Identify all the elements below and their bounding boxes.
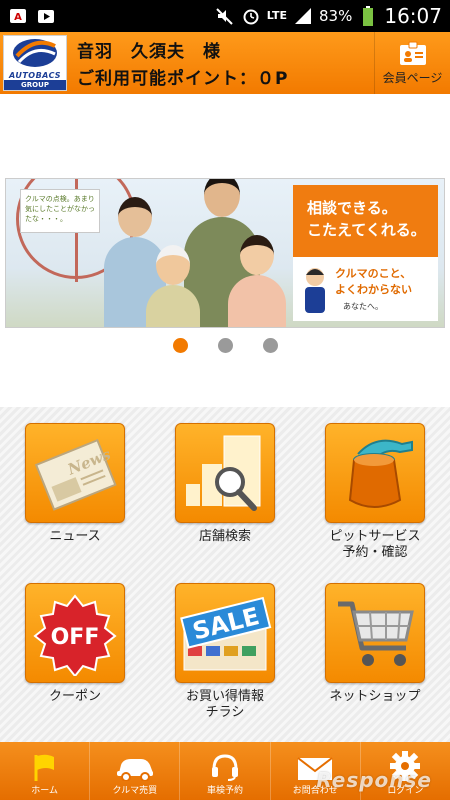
menu-grid: News ニュース 店舗検索 ピットサービス 予約・確認 OFF クーポン SA…	[0, 407, 450, 742]
app-notification-icon: A	[8, 6, 28, 26]
menu-flyer-label: お買い得情報 チラシ	[185, 689, 264, 720]
girl-figure	[228, 235, 286, 327]
menu-news-label: ニュース	[49, 529, 101, 544]
battery-icon	[358, 6, 378, 26]
banner-headline-line1: 相談できる。	[307, 199, 397, 217]
menu-flyer[interactable]: SALE お買い得情報 チラシ	[150, 567, 300, 727]
banner-speech-bubble: クルマの点検。あまり気にしたことがなかったな・・・。	[20, 189, 100, 233]
car-icon	[116, 759, 153, 781]
battery-percent: 83%	[319, 7, 353, 25]
menu-net-shop-label: ネットショップ	[329, 689, 421, 704]
carousel-indicator	[0, 338, 450, 353]
headset-icon	[212, 754, 238, 781]
menu-net-shop[interactable]: ネットショップ	[300, 567, 450, 727]
menu-store-search-label: 店舗検索	[198, 529, 251, 544]
menu-pit-service[interactable]: ピットサービス 予約・確認	[300, 407, 450, 567]
member-page-label: 会員ページ	[382, 70, 443, 85]
svg-text:A: A	[14, 12, 22, 23]
autobacs-logo-mark-icon	[13, 39, 57, 67]
carousel-dot-1[interactable]	[172, 338, 188, 353]
pit-service-tile-icon	[325, 423, 425, 523]
nav-car-trade[interactable]: クルマ売買	[89, 742, 179, 800]
menu-pit-service-label: ピットサービス 予約・確認	[329, 529, 421, 560]
nav-home-label: ホーム	[31, 786, 58, 796]
banner-sub-line1: クルマのこと、	[335, 267, 412, 280]
available-points: ご利用可能ポイント：０P	[77, 69, 289, 89]
alarm-icon	[241, 6, 261, 26]
nav-inspection-label: 車検予約	[207, 786, 244, 796]
flyer-tile-icon: SALE	[175, 583, 275, 683]
banner-sub-line3: あなたへ。	[343, 302, 383, 311]
menu-coupon-label: クーポン	[48, 689, 101, 704]
promo-banner[interactable]: クルマの点検。あまり気にしたことがなかったな・・・。 相談できる。 こたえてくれ…	[5, 178, 445, 328]
banner-sub-line2: よくわからない	[335, 283, 412, 296]
menu-news[interactable]: News ニュース	[0, 407, 150, 567]
clock: 16:07	[384, 4, 442, 28]
user-info: 音羽 久須夫 様 ご利用可能ポイント：０P	[77, 37, 288, 89]
nav-car-trade-label: クルマ売買	[112, 786, 158, 796]
app-header: AUTOBACS GROUP 音羽 久須夫 様 ご利用可能ポイント：０P 会員ペ…	[0, 32, 450, 94]
carousel-dot-3[interactable]	[262, 338, 278, 353]
banner-headline-line2: こたえてくれる。	[307, 221, 426, 239]
svg-text:OFF: OFF	[51, 625, 100, 650]
menu-coupon[interactable]: OFF クーポン	[0, 567, 150, 727]
member-page-button[interactable]: 会員ページ	[374, 32, 450, 94]
nav-inspection[interactable]: 車検予約	[179, 742, 269, 800]
flag-icon	[34, 754, 54, 781]
news-tile-icon: News	[25, 423, 125, 523]
carousel-dot-2[interactable]	[217, 338, 233, 353]
bottom-navigation: ホーム クルマ売買 車検予約 お問合わせ ログイン Response	[0, 742, 450, 800]
status-bar: A LTE 83% 16:07	[0, 0, 450, 32]
response-watermark: Response	[316, 768, 432, 792]
store-search-tile-icon	[175, 423, 275, 523]
content-area: クルマの点検。あまり気にしたことがなかったな・・・。 相談できる。 こたえてくれ…	[0, 94, 450, 407]
logo-group-text: GROUP	[4, 80, 66, 90]
autobacs-logo[interactable]: AUTOBACS GROUP	[3, 35, 67, 91]
member-card-icon	[399, 41, 426, 65]
menu-store-search[interactable]: 店舗検索	[150, 407, 300, 567]
play-store-icon	[36, 6, 56, 26]
banner-text-panel: 相談できる。 こたえてくれる。 クルマのこと、 よくわからない あなたへ。	[293, 185, 438, 321]
net-shop-tile-icon	[325, 583, 425, 683]
logo-brand-text: AUTOBACS	[9, 70, 61, 80]
banner-headline: 相談できる。 こたえてくれる。	[293, 185, 438, 257]
signal-icon	[293, 6, 313, 26]
advisor-illustration-icon	[305, 268, 325, 313]
banner-sub: クルマのこと、 よくわからない あなたへ。	[293, 257, 438, 321]
nav-home[interactable]: ホーム	[0, 742, 89, 800]
coupon-tile-icon: OFF	[25, 583, 125, 683]
user-name: 音羽 久須夫 様	[77, 42, 221, 62]
network-type: LTE	[266, 9, 288, 22]
mute-icon	[215, 6, 235, 26]
